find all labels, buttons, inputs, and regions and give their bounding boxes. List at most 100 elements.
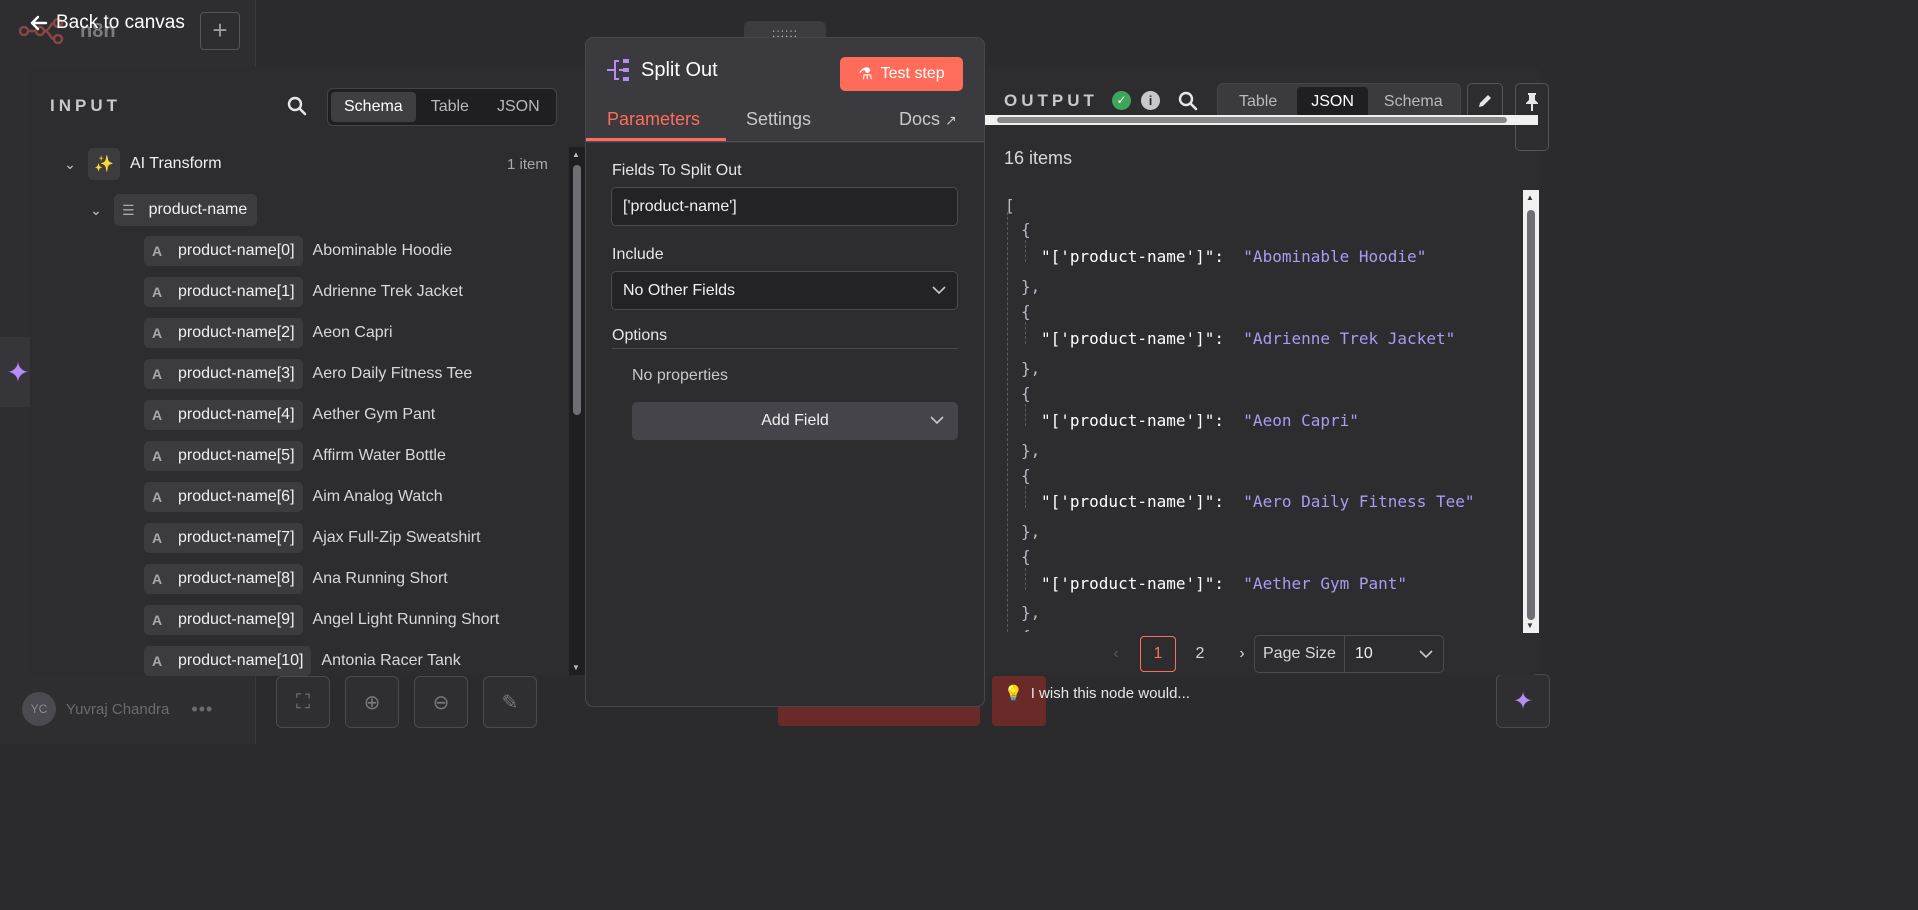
list-icon: ☰ bbox=[122, 201, 135, 218]
chevron-down-icon[interactable]: ⌄ bbox=[88, 202, 104, 219]
string-type-icon: A bbox=[152, 407, 163, 423]
options-divider bbox=[612, 348, 958, 349]
item-key[interactable]: product-name[6] bbox=[178, 488, 295, 506]
string-type-icon: A bbox=[152, 366, 163, 382]
list-item[interactable]: Aproduct-name[10] Antonia Racer Tank bbox=[144, 645, 461, 677]
item-value: Aether Gym Pant bbox=[312, 406, 436, 423]
field-name: product-name bbox=[148, 201, 248, 218]
json-value: "Adrienne Trek Jacket" bbox=[1243, 329, 1456, 348]
page-size-select[interactable]: Page Size 10 bbox=[1254, 635, 1444, 673]
scrollbar-thumb[interactable] bbox=[1527, 210, 1535, 620]
include-label: Include bbox=[612, 246, 664, 263]
tab-parameters[interactable]: Parameters bbox=[607, 109, 700, 130]
pencil-icon bbox=[1479, 95, 1491, 107]
item-value: Adrienne Trek Jacket bbox=[312, 283, 463, 300]
ask-ai-icon[interactable]: ✦ bbox=[1496, 674, 1550, 728]
input-view-table[interactable]: Table bbox=[418, 92, 482, 122]
json-viewer: [ { "['product-name']": "Abominable Hood… bbox=[985, 190, 1525, 632]
wish-text: I wish this node would... bbox=[1030, 684, 1190, 702]
item-key[interactable]: product-name[0] bbox=[178, 242, 295, 260]
add-workflow-button[interactable]: + bbox=[200, 12, 240, 50]
item-key[interactable]: product-name[5] bbox=[178, 447, 295, 465]
item-key[interactable]: product-name[3] bbox=[178, 365, 295, 383]
string-type-icon: A bbox=[152, 489, 163, 505]
search-icon[interactable] bbox=[287, 96, 307, 116]
list-item[interactable]: Aproduct-name[5] Affirm Water Bottle bbox=[144, 440, 446, 472]
scrollbar-thumb[interactable] bbox=[997, 117, 1507, 123]
string-type-icon: A bbox=[152, 653, 163, 669]
zoom-in-icon[interactable]: ⊕ bbox=[345, 676, 399, 728]
node-tabs: Parameters Settings Docs ↗ bbox=[586, 100, 984, 142]
input-view-switch: Schema Table JSON bbox=[327, 88, 557, 126]
item-key[interactable]: product-name[1] bbox=[178, 283, 295, 301]
chevron-down-icon bbox=[1419, 649, 1433, 658]
item-key[interactable]: product-name[4] bbox=[178, 406, 295, 424]
include-select[interactable]: No Other Fields bbox=[611, 271, 958, 310]
input-scrollbar[interactable]: ▲ ▼ bbox=[569, 147, 585, 675]
user-menu[interactable]: YC Yuvraj Chandra ••• bbox=[22, 692, 213, 726]
string-type-icon: A bbox=[152, 325, 163, 341]
list-item[interactable]: Aproduct-name[0] Abominable Hoodie bbox=[144, 235, 452, 267]
docs-label: Docs bbox=[899, 109, 941, 129]
page-size-value: 10 bbox=[1354, 645, 1373, 662]
list-item[interactable]: Aproduct-name[3] Aero Daily Fitness Tee bbox=[144, 358, 472, 390]
item-key[interactable]: product-name[10] bbox=[178, 652, 303, 670]
schema-root-node[interactable]: ⌄ ✨ AI Transform bbox=[62, 148, 222, 180]
list-item[interactable]: Aproduct-name[7] Ajax Full-Zip Sweatshir… bbox=[144, 522, 481, 554]
edit-output-button[interactable] bbox=[1467, 83, 1503, 119]
item-key[interactable]: product-name[8] bbox=[178, 570, 295, 588]
field-pill[interactable]: ☰ product-name bbox=[114, 194, 258, 226]
tab-settings[interactable]: Settings bbox=[746, 109, 811, 130]
item-key[interactable]: product-name[2] bbox=[178, 324, 295, 342]
search-icon[interactable] bbox=[1178, 91, 1198, 111]
input-view-json[interactable]: JSON bbox=[484, 92, 553, 122]
list-item[interactable]: Aproduct-name[8] Ana Running Short bbox=[144, 563, 448, 595]
info-icon[interactable]: i bbox=[1141, 91, 1160, 110]
schema-field-product-name[interactable]: ⌄ ☰ product-name bbox=[88, 194, 258, 226]
scrollbar-thumb[interactable] bbox=[573, 165, 581, 415]
back-to-canvas-button[interactable]: Back to canvas bbox=[30, 12, 185, 34]
active-tab-underline bbox=[586, 138, 726, 141]
output-view-table[interactable]: Table bbox=[1221, 87, 1295, 117]
list-item[interactable]: Aproduct-name[6] Aim Analog Watch bbox=[144, 481, 443, 513]
json-key: "['product-name']": bbox=[1041, 574, 1225, 593]
output-title: OUTPUT bbox=[1004, 91, 1098, 110]
item-key[interactable]: product-name[7] bbox=[178, 529, 295, 547]
feedback-prompt[interactable]: 💡 I wish this node would... bbox=[1004, 684, 1190, 703]
arrow-left-icon bbox=[30, 15, 48, 31]
tidy-up-icon[interactable]: ✎ bbox=[483, 676, 537, 728]
options-label: Options bbox=[612, 327, 668, 344]
chevron-down-icon[interactable]: ⌄ bbox=[62, 156, 78, 173]
fit-view-icon[interactable]: ⛶ bbox=[276, 676, 330, 728]
page-1[interactable]: 1 bbox=[1140, 636, 1176, 672]
output-vertical-scrollbar[interactable]: ▲ ▼ bbox=[1523, 190, 1539, 633]
add-field-button[interactable]: Add Field bbox=[632, 402, 958, 440]
root-node-label: AI Transform bbox=[130, 155, 222, 172]
ai-transform-icon: ✨ bbox=[88, 148, 120, 180]
output-view-json[interactable]: JSON bbox=[1297, 87, 1368, 117]
list-item[interactable]: Aproduct-name[2] Aeon Capri bbox=[144, 317, 393, 349]
string-type-icon: A bbox=[152, 571, 163, 587]
list-item[interactable]: Aproduct-name[4] Aether Gym Pant bbox=[144, 399, 435, 431]
item-key[interactable]: product-name[9] bbox=[178, 611, 295, 629]
fields-to-split-input[interactable]: ['product-name'] bbox=[611, 187, 958, 226]
input-title: INPUT bbox=[50, 96, 121, 115]
prev-page-icon[interactable]: ‹ bbox=[1098, 636, 1134, 672]
json-key: "['product-name']": bbox=[1041, 329, 1225, 348]
list-item[interactable]: Aproduct-name[9] Angel Light Running Sho… bbox=[144, 604, 499, 636]
zoom-out-icon[interactable]: ⊖ bbox=[414, 676, 468, 728]
tab-docs[interactable]: Docs ↗ bbox=[899, 109, 957, 130]
input-view-schema[interactable]: Schema bbox=[331, 92, 416, 122]
page-2[interactable]: 2 bbox=[1182, 636, 1218, 672]
chevron-down-icon bbox=[932, 286, 946, 295]
more-icon[interactable]: ••• bbox=[191, 699, 213, 720]
list-item[interactable]: Aproduct-name[1] Adrienne Trek Jacket bbox=[144, 276, 463, 308]
item-value: Aeon Capri bbox=[312, 324, 393, 341]
include-value: No Other Fields bbox=[623, 281, 736, 299]
item-value: Ana Running Short bbox=[312, 570, 448, 587]
node-title[interactable]: Split Out bbox=[641, 59, 718, 82]
test-step-button[interactable]: ⚗ Test step bbox=[840, 57, 963, 91]
output-horizontal-scrollbar[interactable] bbox=[985, 115, 1538, 125]
output-view-schema[interactable]: Schema bbox=[1370, 87, 1457, 117]
split-out-icon bbox=[607, 59, 629, 81]
